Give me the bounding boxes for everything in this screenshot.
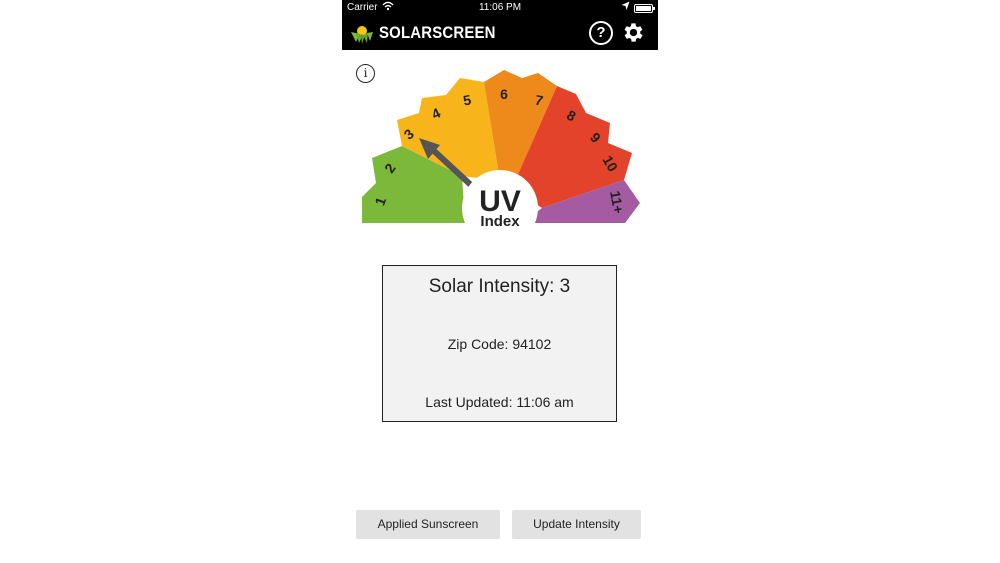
solar-intensity-text: Solar Intensity: 3 [428, 276, 571, 297]
battery-icon [634, 4, 655, 13]
status-time: 11:06 PM [478, 2, 522, 13]
last-updated-text: Last Updated: 11:06 am [425, 394, 574, 410]
nav-bar: SOLARSCREEN ? [342, 16, 658, 50]
location-icon [621, 1, 630, 10]
gear-icon[interactable] [621, 20, 646, 45]
brand-title: SOLARSCREEN [379, 23, 496, 42]
gauge-center-subtitle: Index [480, 213, 520, 228]
zip-code-text: Zip Code: 94102 [447, 336, 552, 352]
help-button[interactable]: ? [589, 21, 613, 45]
uv-index-gauge: UV Index 1 2 3 4 5 6 7 8 9 10 11+ [362, 70, 640, 228]
gauge-label: 6 [500, 86, 508, 102]
sun-logo-icon [351, 26, 373, 44]
solar-info-card: Solar Intensity: 3 Zip Code: 94102 Last … [382, 265, 617, 422]
status-bar: Carrier 11:06 PM [342, 0, 658, 16]
phone-screen: Carrier 11:06 PM SOLARSCREEN ? i UV Inde… [342, 0, 658, 563]
update-intensity-button[interactable]: Update Intensity [512, 510, 641, 539]
applied-sunscreen-button[interactable]: Applied Sunscreen [356, 510, 500, 539]
